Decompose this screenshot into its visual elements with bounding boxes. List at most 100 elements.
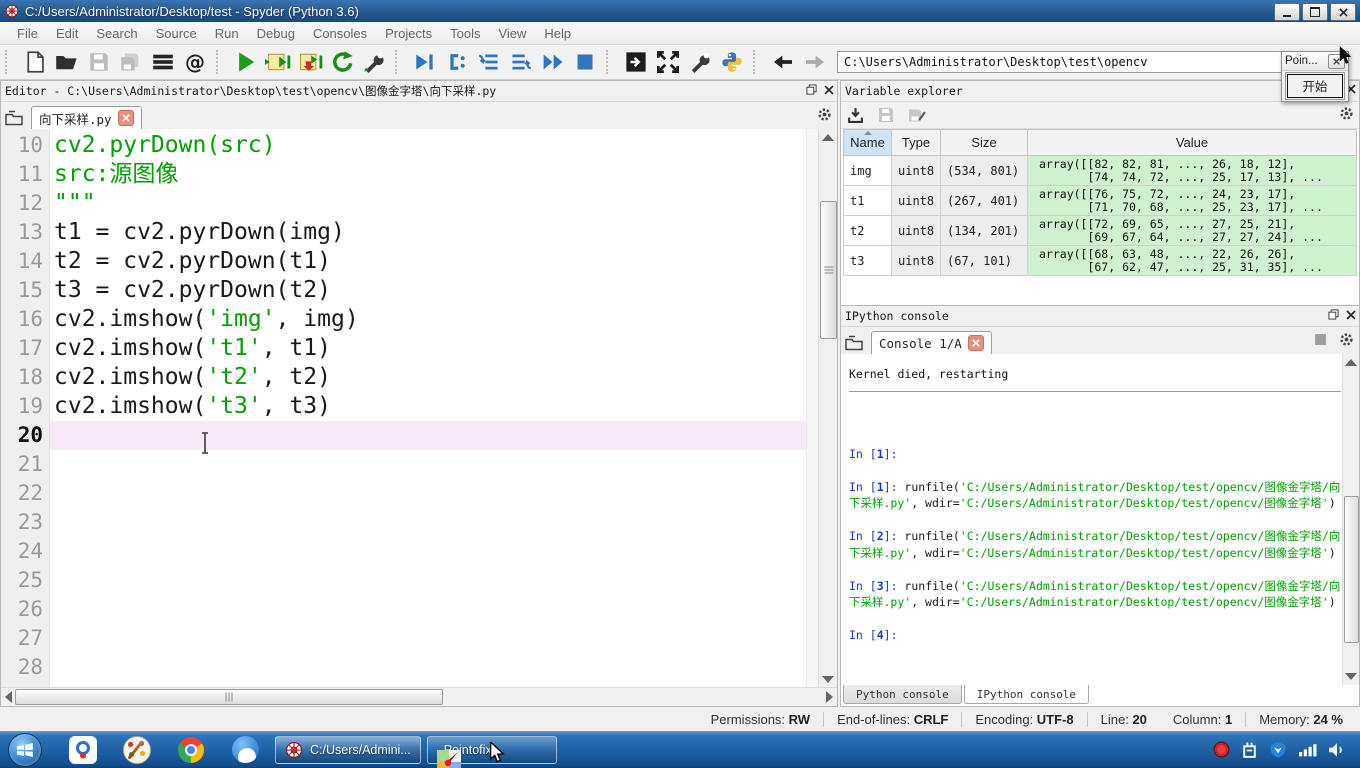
console-vscroll-thumb[interactable]	[1344, 496, 1359, 643]
taskbar-chrome-icon[interactable]	[176, 735, 206, 765]
debug-cell-button[interactable]	[443, 48, 471, 76]
save-data-as-icon[interactable]	[908, 107, 926, 124]
pythonpath-button[interactable]	[718, 48, 746, 76]
maximize-pane-button[interactable]	[622, 48, 650, 76]
taskbar-qq-browser-icon[interactable]	[230, 735, 260, 765]
column-header-type[interactable]: Type	[892, 130, 941, 156]
security-shield-icon[interactable]	[1269, 741, 1287, 759]
working-directory-input[interactable]	[837, 51, 1323, 73]
bottom-tab-python-console[interactable]: Python console	[843, 685, 962, 704]
variable-explorer-gear-icon[interactable]	[1339, 106, 1354, 121]
file-switcher-button[interactable]	[149, 48, 177, 76]
continue-button[interactable]	[539, 48, 567, 76]
code-text: src:源图像	[50, 160, 807, 189]
taskbar-paint-app-icon[interactable]	[122, 735, 152, 765]
scroll-down-icon[interactable]	[1345, 673, 1357, 680]
safely-remove-icon[interactable]	[1241, 741, 1258, 759]
forward-button[interactable]	[801, 48, 829, 76]
rerun-cell-button[interactable]	[296, 48, 324, 76]
code-line: 26	[1, 595, 807, 624]
menu-item-view[interactable]: View	[489, 24, 535, 43]
taskbar-remote-app-icon[interactable]	[68, 735, 98, 765]
menu-item-source[interactable]: Source	[147, 24, 206, 43]
run-cell-button[interactable]	[264, 48, 292, 76]
code-text	[50, 595, 807, 624]
tab-close-icon[interactable]	[968, 335, 984, 351]
table-row[interactable]: t3uint8(67, 101)array([[68, 63, 48, ...,…	[844, 246, 1357, 276]
back-button[interactable]	[769, 48, 797, 76]
configure-run-button[interactable]	[360, 48, 388, 76]
tab-close-icon[interactable]	[118, 110, 134, 126]
table-row[interactable]: t1uint8(267, 401)array([[76, 75, 72, ...…	[844, 186, 1357, 216]
editor-horizontal-scrollbar[interactable]	[1, 687, 837, 706]
taskbar-button-c-users-admini-[interactable]: C:/Users/Admini...	[275, 736, 421, 764]
minimize-button[interactable]	[1274, 3, 1300, 21]
console-separator	[849, 391, 1341, 392]
start-button[interactable]	[8, 733, 42, 767]
step-return-button[interactable]	[507, 48, 535, 76]
symbol-finder-button[interactable]: @	[181, 48, 209, 76]
console-tab[interactable]: Console 1/A	[871, 331, 992, 354]
scroll-up-icon[interactable]	[822, 134, 834, 141]
undock-icon[interactable]	[1328, 309, 1339, 320]
editor-vertical-scrollbar[interactable]	[818, 129, 837, 688]
menu-item-projects[interactable]: Projects	[376, 24, 441, 43]
save-all-button[interactable]	[117, 48, 145, 76]
close-button[interactable]	[1330, 3, 1356, 21]
run-selection-button[interactable]	[328, 48, 356, 76]
console-body[interactable]: Kernel died, restartingIn [1]:In [1]: ru…	[841, 354, 1343, 685]
pointofix-start-button[interactable]: 开始	[1287, 74, 1343, 98]
editor-vscroll-thumb[interactable]	[820, 201, 837, 339]
menu-item-tools[interactable]: Tools	[441, 24, 489, 43]
preferences-button[interactable]	[686, 48, 714, 76]
run-button[interactable]	[232, 48, 260, 76]
maximize-icon	[1310, 7, 1320, 17]
console-vertical-scrollbar[interactable]	[1342, 354, 1359, 685]
code-line: 17cv2.imshow('t1', t1)	[1, 334, 807, 363]
debug-button[interactable]	[411, 48, 439, 76]
column-header-name[interactable]: Name	[844, 130, 892, 156]
console-options-gear-icon[interactable]	[1339, 332, 1354, 347]
code-text: t1 = cv2.pyrDown(img)	[50, 218, 807, 247]
save-button[interactable]	[85, 48, 113, 76]
titlebar: C:/Users/Administrator/Desktop/test - Sp…	[0, 0, 1360, 22]
bottom-tab-ipython-console[interactable]: IPython console	[964, 685, 1089, 704]
editor-hscroll-thumb[interactable]	[15, 689, 443, 705]
import-data-icon[interactable]	[847, 107, 864, 124]
fullscreen-button[interactable]	[654, 48, 682, 76]
interrupt-kernel-icon[interactable]	[1314, 333, 1327, 346]
new-file-button[interactable]	[21, 48, 49, 76]
scroll-up-icon[interactable]	[1345, 359, 1357, 366]
maximize-button[interactable]	[1302, 3, 1328, 21]
volume-icon[interactable]	[1328, 742, 1346, 758]
menu-item-file[interactable]: File	[8, 24, 47, 43]
scroll-left-icon[interactable]	[5, 691, 12, 703]
menu-item-edit[interactable]: Edit	[47, 24, 87, 43]
scroll-right-icon[interactable]	[826, 691, 833, 703]
menu-item-debug[interactable]: Debug	[248, 24, 304, 43]
record-indicator-icon[interactable]	[1213, 741, 1230, 758]
undock-icon[interactable]	[806, 84, 817, 95]
table-row[interactable]: imguint8(534, 801)array([[82, 82, 81, ..…	[844, 156, 1357, 186]
menu-item-run[interactable]: Run	[206, 24, 248, 43]
network-signal-icon[interactable]	[1298, 742, 1317, 758]
close-pane-icon[interactable]	[824, 85, 834, 95]
table-row[interactable]: t2uint8(134, 201)array([[72, 69, 65, ...…	[844, 216, 1357, 246]
stop-button[interactable]	[571, 48, 599, 76]
menu-item-help[interactable]: Help	[535, 24, 580, 43]
browse-tabs-icon[interactable]	[845, 335, 863, 351]
editor-options-gear-icon[interactable]	[817, 107, 832, 122]
save-data-icon[interactable]	[878, 107, 894, 123]
open-file-button[interactable]	[53, 48, 81, 76]
menu-item-search[interactable]: Search	[87, 24, 146, 43]
column-header-size[interactable]: Size	[941, 130, 1028, 156]
menu-item-consoles[interactable]: Consoles	[304, 24, 376, 43]
toolbar-handle	[216, 50, 223, 74]
step-over-button[interactable]	[475, 48, 503, 76]
browse-tabs-icon[interactable]	[5, 110, 23, 126]
scroll-down-icon[interactable]	[822, 676, 834, 683]
column-header-value[interactable]: Value	[1028, 130, 1357, 156]
close-pane-icon[interactable]	[1346, 310, 1356, 320]
editor-code-area[interactable]: 10cv2.pyrDown(src)11src:源图像12"""13t1 = c…	[1, 129, 837, 688]
editor-tab[interactable]: 向下采样.py	[31, 106, 142, 129]
